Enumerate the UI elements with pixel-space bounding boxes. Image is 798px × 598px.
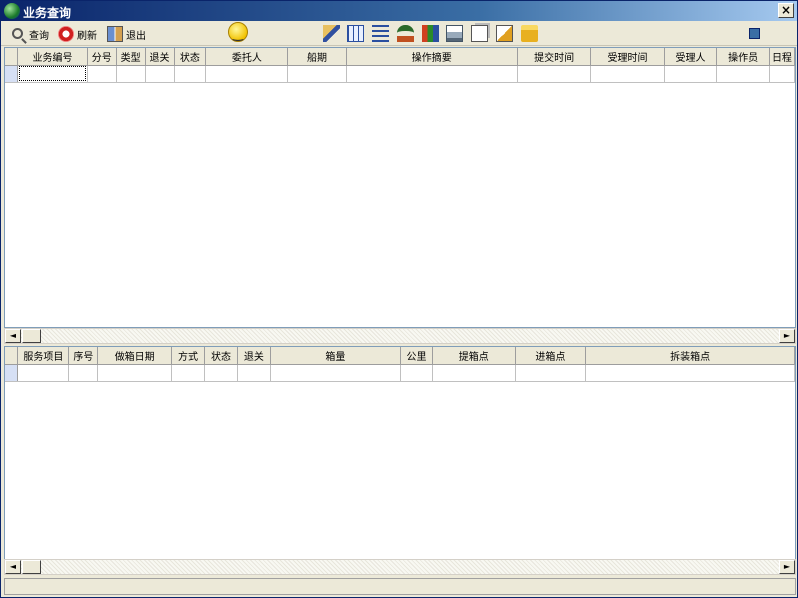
bottom-horizontal-scrollbar[interactable]: ◄ ► — [4, 559, 796, 575]
copy-document-icon[interactable] — [471, 25, 488, 42]
query-label: 查询 — [29, 30, 49, 42]
scroll-left-button[interactable]: ◄ — [5, 560, 21, 574]
table-cell[interactable] — [17, 364, 70, 382]
table-cell[interactable] — [346, 65, 518, 83]
exit-button[interactable]: 退出 — [107, 25, 146, 43]
scroll-right-button[interactable]: ► — [779, 329, 795, 343]
table-cell[interactable] — [585, 364, 795, 382]
table-cell[interactable] — [590, 65, 665, 83]
toolbar: 查询 刷新 退出 — [1, 22, 797, 46]
table-cell[interactable] — [769, 65, 795, 83]
table-cell[interactable] — [716, 65, 770, 83]
exit-label: 退出 — [126, 30, 146, 42]
app-icon — [4, 3, 20, 19]
table-cell[interactable] — [287, 65, 347, 83]
table-cell[interactable] — [68, 364, 99, 382]
col-header[interactable]: 操作摘要 — [346, 48, 518, 66]
export-icon[interactable] — [496, 25, 513, 42]
table-cell[interactable] — [515, 364, 587, 382]
table-cell[interactable] — [145, 65, 175, 83]
scroll-thumb[interactable] — [22, 329, 41, 343]
table-cell[interactable] — [270, 364, 401, 382]
col-header[interactable]: 类型 — [116, 48, 146, 66]
scroll-left-button[interactable]: ◄ — [5, 329, 21, 343]
row-indicator-header — [5, 48, 19, 66]
table-cell[interactable] — [171, 364, 205, 382]
scroll-thumb[interactable] — [22, 560, 41, 574]
table-cell[interactable] — [97, 364, 173, 382]
business-list-table: 业务编号 分号 类型 退关 状态 委托人 船期 操作摘要 提交时间 受理时间 受… — [5, 48, 795, 83]
col-header[interactable]: 受理人 — [664, 48, 718, 66]
col-header[interactable]: 服务项目 — [17, 347, 70, 365]
grid-icon[interactable] — [347, 25, 364, 42]
top-header-row: 业务编号 分号 类型 退关 状态 委托人 船期 操作摘要 提交时间 受理时间 受… — [5, 48, 795, 66]
query-button[interactable]: 查询 — [11, 25, 49, 43]
col-header[interactable]: 委托人 — [205, 48, 289, 66]
smiley-icon — [228, 22, 248, 42]
table-cell[interactable] — [17, 65, 88, 83]
exit-door-icon — [107, 26, 123, 42]
col-header[interactable]: 日程 — [769, 48, 795, 66]
col-header[interactable]: 退关 — [145, 48, 175, 66]
layout-toggle-icon[interactable] — [749, 28, 760, 39]
print-icon[interactable] — [446, 25, 463, 42]
table-cell[interactable] — [205, 65, 289, 83]
search-icon — [12, 27, 23, 39]
table-cell[interactable] — [87, 65, 117, 83]
row-indicator[interactable] — [5, 65, 19, 83]
table-cell[interactable] — [204, 364, 238, 382]
table-cell[interactable] — [237, 364, 271, 382]
chart-icon[interactable] — [422, 25, 439, 42]
col-header[interactable]: 状态 — [204, 347, 238, 365]
col-header[interactable]: 箱量 — [270, 347, 401, 365]
sort-list-icon[interactable] — [372, 25, 389, 42]
col-header[interactable]: 分号 — [87, 48, 117, 66]
open-folder-icon[interactable] — [521, 25, 538, 42]
edit-icon[interactable] — [323, 25, 340, 42]
col-header[interactable]: 进箱点 — [515, 347, 587, 365]
row-indicator-header — [5, 347, 19, 365]
col-header[interactable]: 操作员 — [716, 48, 770, 66]
row-indicator[interactable] — [5, 364, 19, 382]
business-query-window: 业务查询 × 查询 刷新 退出 ‿ 业务编号 分号 类型 退关 状态 委托人 船… — [0, 0, 798, 598]
scroll-right-button[interactable]: ► — [779, 560, 795, 574]
table-cell[interactable] — [432, 364, 516, 382]
title-bar: 业务查询 × — [1, 1, 797, 21]
business-list-grid[interactable]: 业务编号 分号 类型 退关 状态 委托人 船期 操作摘要 提交时间 受理时间 受… — [4, 47, 796, 328]
top-horizontal-scrollbar[interactable]: ◄ ► — [4, 328, 796, 344]
col-header[interactable]: 序号 — [68, 347, 99, 365]
col-header[interactable]: 业务编号 — [17, 48, 88, 66]
refresh-icon — [58, 26, 74, 42]
refresh-label: 刷新 — [77, 30, 97, 42]
col-header[interactable]: 方式 — [171, 347, 205, 365]
service-detail-table: 服务项目 序号 做箱日期 方式 状态 退关 箱量 公里 提箱点 进箱点 拆装箱点 — [5, 347, 795, 382]
table-row[interactable] — [5, 364, 795, 382]
col-header[interactable]: 拆装箱点 — [585, 347, 795, 365]
table-cell[interactable] — [517, 65, 592, 83]
table-cell[interactable] — [664, 65, 718, 83]
table-cell[interactable] — [116, 65, 146, 83]
close-button[interactable]: × — [778, 3, 794, 18]
status-bar — [4, 578, 796, 595]
service-detail-grid[interactable]: 服务项目 序号 做箱日期 方式 状态 退关 箱量 公里 提箱点 进箱点 拆装箱点 — [4, 346, 796, 561]
refresh-button[interactable]: 刷新 — [58, 25, 97, 43]
home-icon[interactable] — [397, 25, 414, 42]
col-header[interactable]: 退关 — [237, 347, 271, 365]
window-title: 业务查询 — [23, 6, 72, 20]
col-header[interactable]: 状态 — [174, 48, 207, 66]
col-header[interactable]: 船期 — [287, 48, 347, 66]
table-cell[interactable] — [400, 364, 433, 382]
col-header[interactable]: 受理时间 — [590, 48, 665, 66]
table-cell[interactable] — [174, 65, 207, 83]
col-header[interactable]: 做箱日期 — [97, 347, 173, 365]
col-header[interactable]: 提交时间 — [517, 48, 592, 66]
col-header[interactable]: 提箱点 — [432, 347, 516, 365]
table-row[interactable] — [5, 65, 795, 83]
bottom-header-row: 服务项目 序号 做箱日期 方式 状态 退关 箱量 公里 提箱点 进箱点 拆装箱点 — [5, 347, 795, 365]
smiley-button[interactable] — [228, 22, 248, 42]
col-header[interactable]: 公里 — [400, 347, 433, 365]
